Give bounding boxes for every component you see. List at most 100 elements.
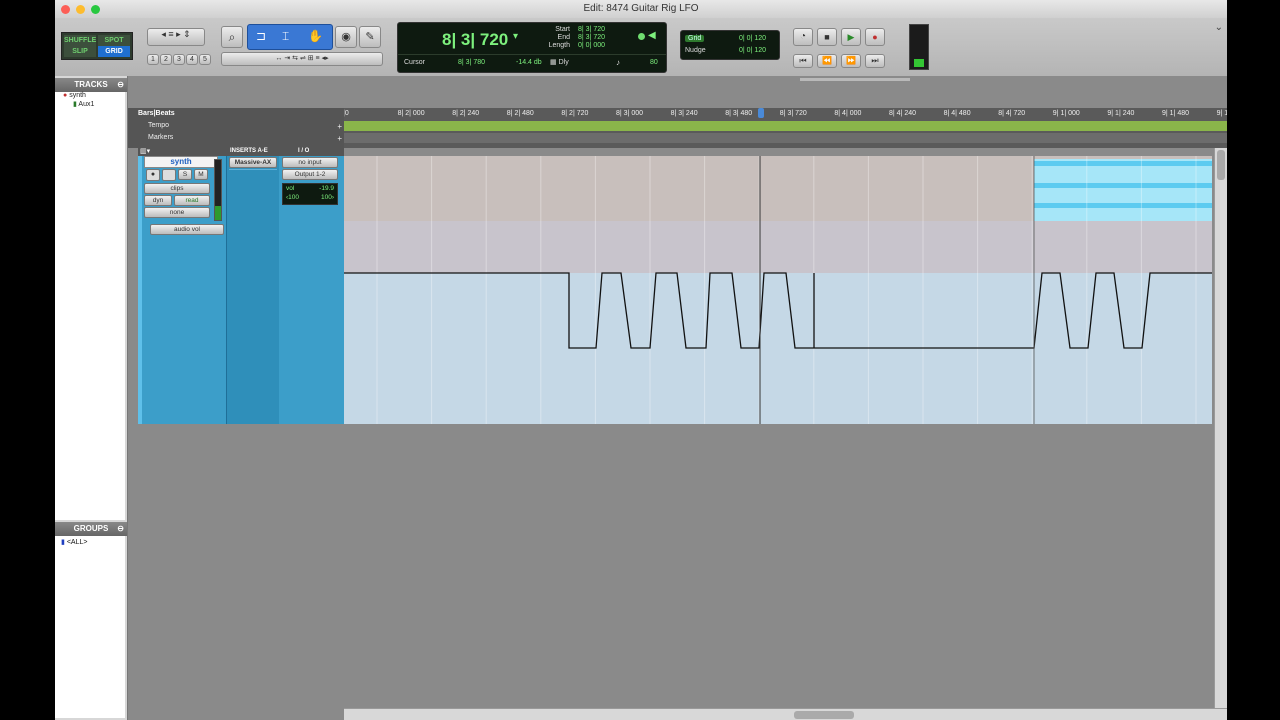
shuffle-mode-button[interactable]: SHUFFLE	[64, 35, 96, 46]
horizontal-scrollbar[interactable]	[344, 708, 1227, 720]
track-view-selector[interactable]: clips	[144, 183, 210, 194]
start-value[interactable]: 8| 3| 720	[578, 26, 605, 33]
ruler-tick-label: 8| 4| 240	[889, 110, 916, 117]
output-selector[interactable]: Output 1-2	[282, 169, 338, 180]
dyn-button[interactable]: dyn	[144, 195, 172, 206]
stop-icon[interactable]: ■	[817, 28, 837, 46]
tracks-menu-icon[interactable]: ⊖	[117, 78, 124, 92]
counter-dropdown-icon[interactable]: ▾	[513, 31, 518, 42]
grid-nudge-panel: Grid 0| 0| 120 Nudge 0| 0| 120	[680, 30, 780, 60]
overview-scroll-indicator[interactable]	[800, 78, 910, 81]
vertical-scroll-thumb[interactable]	[1217, 150, 1225, 180]
add-marker-icon[interactable]: +	[337, 134, 342, 143]
selector-tool-icon[interactable]: ⌶	[282, 29, 289, 44]
nudge-value[interactable]: 0| 0| 120	[739, 47, 766, 54]
track-color-bar[interactable]	[138, 156, 142, 424]
ruler-tick-label: 9| 1| 000	[1052, 110, 1080, 117]
add-tempo-icon[interactable]: +	[337, 122, 342, 131]
spot-mode-button[interactable]: SPOT	[98, 35, 130, 46]
cursor-db-value: -14.4 db	[516, 59, 542, 66]
track-playlist-lane[interactable]	[344, 156, 1212, 424]
toolbar: SHUFFLE SPOT SLIP GRID ◂ ≡ ▸ ⇕ 1 2 3 4 5…	[55, 18, 1227, 77]
input-monitor-button[interactable]	[162, 169, 176, 181]
main-counter-value[interactable]: 8| 3| 720	[442, 30, 508, 50]
track-view-menu-icon[interactable]: ▥▾	[140, 147, 150, 155]
play-icon[interactable]: ▶	[841, 28, 861, 46]
solo-button[interactable]: S	[178, 169, 192, 180]
dly-toggle[interactable]: ▦ Dly	[550, 58, 569, 66]
zoom-preset-5[interactable]: 5	[199, 54, 211, 65]
track-name-synth[interactable]: synth	[144, 156, 218, 168]
markers-ruler-label[interactable]: Markers	[148, 134, 173, 141]
mute-button[interactable]: M	[194, 169, 208, 180]
rewind-icon[interactable]: ⏪	[817, 54, 837, 68]
trim-tool-icon[interactable]: ⊐	[256, 29, 266, 43]
length-label: Length	[548, 42, 570, 49]
ruler-tick-label: 8| 4| 000	[834, 110, 862, 117]
insert-slot-a[interactable]: Massive-AX	[229, 157, 277, 168]
automation-mode-selector[interactable]: read	[174, 195, 210, 206]
volume-pan-display[interactable]: vol -19.9 ‹100 100›	[282, 183, 338, 205]
scrubber-tool-icon[interactable]: ◉	[335, 26, 357, 48]
record-enable-icon[interactable]: ●	[146, 169, 160, 181]
automation-breakpoint-line[interactable]	[344, 272, 1212, 349]
io-header[interactable]: I / O	[298, 148, 309, 154]
horizontal-scroll-thumb[interactable]	[794, 711, 854, 719]
timeline-ruler[interactable]: |0 8| 2| 000 8| 2| 240 8| 2| 480 8| 2| 720 8|…	[344, 108, 1227, 148]
input-selector[interactable]: no input	[282, 157, 338, 168]
online-indicator-icon[interactable]	[638, 33, 645, 40]
group-selector[interactable]: none	[144, 207, 210, 218]
zoom-preset-4[interactable]: 4	[186, 54, 198, 65]
length-value[interactable]: 0| 0| 000	[578, 42, 605, 49]
meter-level-bar	[914, 59, 924, 67]
zoom-preset-1[interactable]: 1	[147, 54, 159, 65]
tracks-header-label: TRACKS	[74, 80, 108, 89]
grid-mode-button[interactable]: GRID	[98, 46, 130, 57]
group-list-item-all[interactable]: ▮ <ALL>	[61, 538, 87, 546]
trimmer-selector-grabber-tools[interactable]: ⊐ ⌶ ✋	[247, 24, 333, 50]
inserts-header[interactable]: INSERTS A-E	[230, 148, 268, 154]
automation-lane-selector[interactable]: audio vol	[150, 224, 224, 235]
nudge-label[interactable]: Nudge	[685, 47, 706, 54]
track-meter-level	[215, 206, 221, 220]
volume-value[interactable]: -19.9	[319, 185, 334, 192]
tempo-value[interactable]: 80	[650, 59, 658, 66]
main-counter: 8| 3| 720 ▾ Start End Length 8| 3| 720 8…	[397, 22, 667, 73]
return-to-zero-icon[interactable]: ⏮	[793, 54, 813, 68]
playhead-marker-icon[interactable]	[758, 108, 764, 118]
go-to-end-icon[interactable]: ⏭	[865, 54, 885, 68]
empty-insert-slots[interactable]	[229, 169, 277, 222]
bars-beats-ruler-label[interactable]: Bars|Beats	[138, 110, 175, 117]
ruler-tick-label: 8| 3| 480	[725, 110, 753, 117]
record-icon[interactable]: ●	[865, 28, 885, 46]
grabber-tool-icon[interactable]: ✋	[308, 29, 323, 43]
track-list-item-synth[interactable]: ● synth	[63, 92, 86, 99]
zoomer-tool-icon[interactable]: ⌕	[221, 26, 243, 48]
zoom-controls[interactable]: ◂ ≡ ▸ ⇕	[147, 28, 205, 46]
ruler-tick-label: 8| 3| 720	[779, 110, 807, 117]
end-value[interactable]: 8| 3| 720	[578, 34, 605, 41]
track-list-item-aux1[interactable]: ▮ Aux1	[73, 100, 94, 108]
volume-label: vol	[286, 185, 295, 192]
tempo-ruler-lane[interactable]	[344, 121, 1227, 131]
zoom-preset-3[interactable]: 3	[173, 54, 185, 65]
window-title: Edit: 8474 Guitar Rig LFO	[583, 3, 699, 14]
zoom-preset-2[interactable]: 2	[160, 54, 172, 65]
track-visibility-icon[interactable]: ●	[63, 92, 67, 99]
ruler-tick-label: 8| 2| 000	[397, 110, 425, 117]
tempo-ruler-label[interactable]: Tempo	[148, 122, 169, 129]
pan-left-value[interactable]: ‹100	[286, 194, 299, 201]
pencil-tool-icon[interactable]: ✎	[359, 26, 381, 48]
conductor-icon[interactable]: ♪	[616, 58, 620, 67]
grid-toggle-button[interactable]: Grid	[685, 35, 705, 42]
grid-value[interactable]: 0| 0| 120	[739, 35, 766, 42]
pan-right-value[interactable]: 100›	[321, 194, 334, 201]
groups-menu-icon[interactable]: ⊖	[117, 522, 124, 536]
slip-mode-button[interactable]: SLIP	[64, 46, 96, 57]
vertical-scrollbar[interactable]	[1214, 148, 1227, 708]
markers-ruler-lane[interactable]	[344, 133, 1227, 143]
online-transport-icon[interactable]: ◔	[793, 28, 813, 46]
fast-forward-icon[interactable]: ⏩	[841, 54, 861, 68]
edit-options-bar[interactable]: ↔ ⇥ ⇆ ⇌ ⊞ ≡ ◂▸	[221, 52, 383, 66]
toolbar-menu-icon[interactable]: ⌄	[1215, 22, 1223, 33]
